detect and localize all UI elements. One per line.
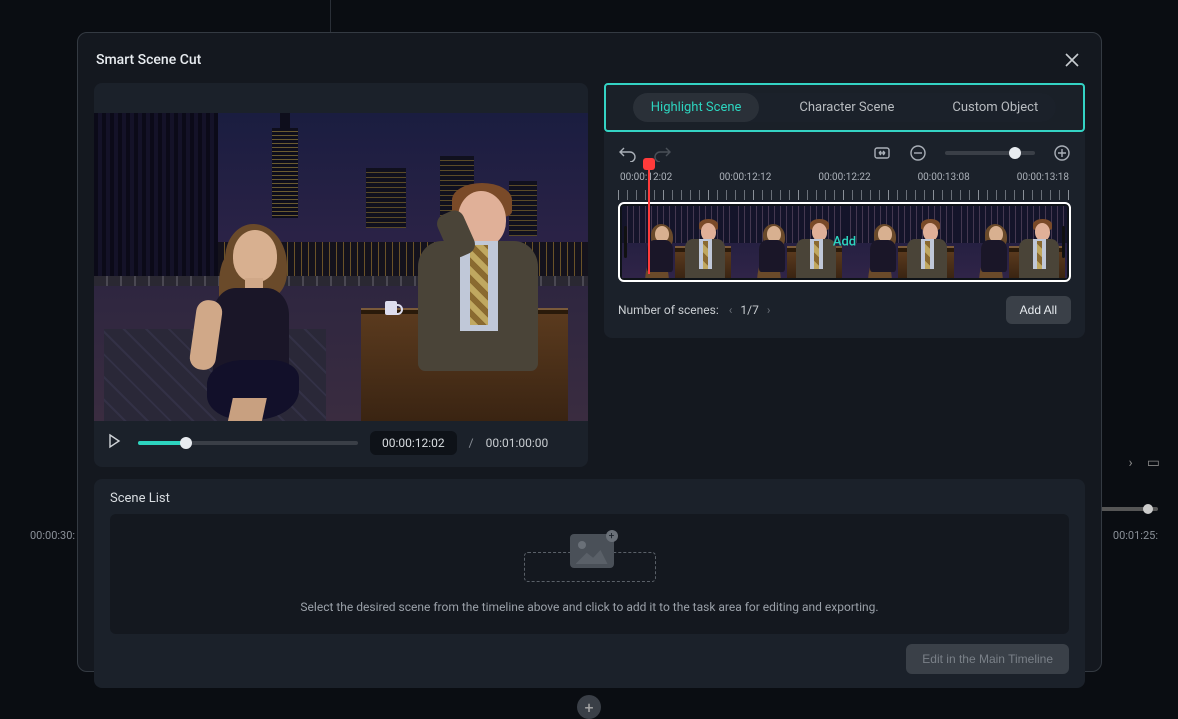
ruler-label: 00:00:13:08 <box>918 172 970 183</box>
pager-next-icon[interactable]: › <box>767 303 771 317</box>
ruler-label: 00:00:12:22 <box>818 172 870 183</box>
scene-drop-area[interactable]: + Select the desired scene from the time… <box>110 514 1069 634</box>
bg-zoom-slider[interactable] <box>1098 507 1158 511</box>
ruler-label: 00:00:12:02 <box>620 172 672 183</box>
ruler-label: 00:00:13:18 <box>1017 172 1069 183</box>
tab-custom-object[interactable]: Custom Object <box>934 93 1056 122</box>
zoom-out-icon[interactable] <box>909 144 927 162</box>
scene-list-title: Scene List <box>110 491 1069 506</box>
scene-pager: ‹ 1/7 › <box>729 303 771 317</box>
modal-title: Smart Scene Cut <box>96 52 201 68</box>
pager-prev-icon[interactable]: ‹ <box>729 303 733 317</box>
tab-highlight-scene[interactable]: Highlight Scene <box>633 93 760 122</box>
close-icon[interactable] <box>1061 49 1083 71</box>
add-track-button[interactable]: + <box>577 695 601 719</box>
thumb-frame <box>845 206 956 278</box>
playhead[interactable] <box>648 164 650 274</box>
bg-timecode-right: 00:01:25: <box>1113 529 1158 542</box>
undo-icon[interactable] <box>618 144 636 162</box>
fit-icon[interactable] <box>873 144 891 162</box>
tab-row-highlight-box: Highlight Scene Character Scene Custom O… <box>604 83 1085 132</box>
scene-list-panel: Scene List + Select the desired scene fr… <box>94 479 1085 688</box>
empty-scene-icon: + <box>524 534 656 582</box>
time-separator: / <box>469 436 474 450</box>
smart-scene-cut-modal: Smart Scene Cut <box>77 32 1102 672</box>
preview-panel: 00:00:12:02 / 00:01:00:00 <box>94 83 588 467</box>
scene-list-empty-text: Select the desired scene from the timeli… <box>300 600 878 614</box>
preview-video[interactable] <box>94 113 588 421</box>
tab-character-scene[interactable]: Character Scene <box>781 93 912 122</box>
scene-tabs: Highlight Scene Character Scene Custom O… <box>633 93 1056 122</box>
zoom-in-icon[interactable] <box>1053 144 1071 162</box>
timeline-ruler[interactable]: 00:00:12:02 00:00:12:12 00:00:12:22 00:0… <box>618 172 1071 200</box>
scene-clip[interactable]: Add <box>618 202 1071 282</box>
thumb-frame <box>956 206 1067 278</box>
zoom-slider[interactable] <box>945 151 1035 155</box>
total-time: 00:01:00:00 <box>486 436 549 450</box>
seek-slider[interactable] <box>138 433 358 453</box>
add-all-button[interactable]: Add All <box>1006 296 1071 324</box>
current-time: 00:00:12:02 <box>370 431 457 455</box>
scenes-count-label: Number of scenes: <box>618 303 719 317</box>
thumb-frame <box>733 206 844 278</box>
bg-timecode-left: 00:00:30: <box>30 529 75 542</box>
thumb-frame <box>622 206 733 278</box>
play-icon[interactable] <box>106 433 126 453</box>
clip-area: 00:00:12:02 00:00:12:12 00:00:12:22 00:0… <box>604 132 1085 338</box>
redo-icon[interactable] <box>654 144 672 162</box>
pager-value: 1/7 <box>740 303 758 317</box>
edit-main-timeline-button[interactable]: Edit in the Main Timeline <box>906 644 1069 674</box>
ruler-label: 00:00:12:12 <box>719 172 771 183</box>
